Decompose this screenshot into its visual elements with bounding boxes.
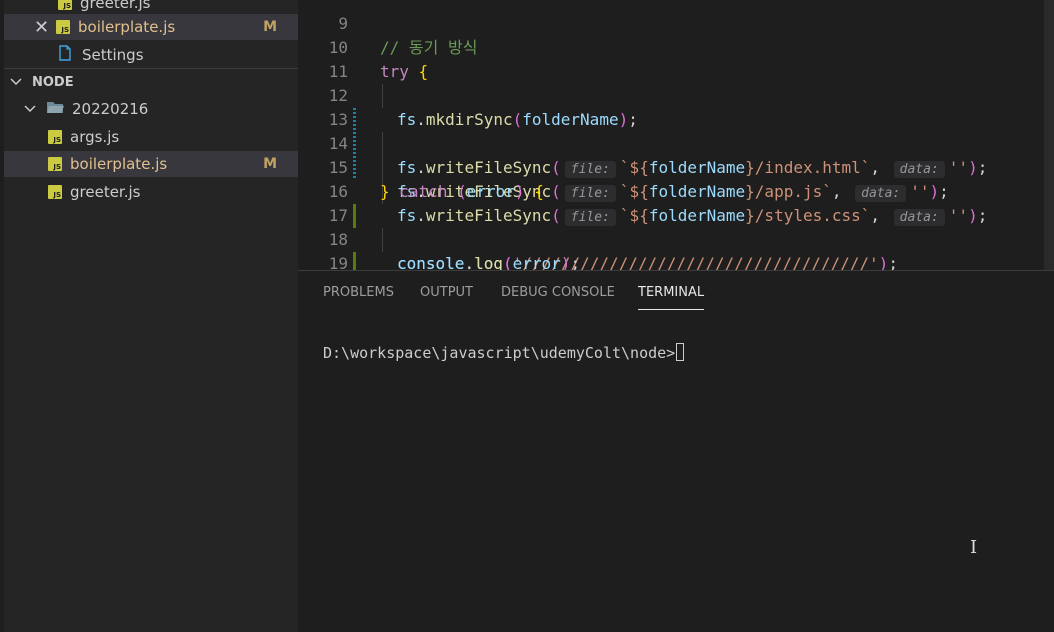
file-row-greeter[interactable]: JS greeter.js <box>4 179 298 205</box>
tab-terminal[interactable]: TERMINAL <box>638 285 705 310</box>
file-label: boilerplate.js <box>70 155 168 173</box>
js-file-icon: JS <box>58 0 72 10</box>
file-row-boilerplate[interactable]: JS boilerplate.js M <box>4 151 298 177</box>
open-editor-label: Settings <box>82 46 144 64</box>
code-line: 11 fs.mkdirSync(folderName); <box>298 36 1054 129</box>
explorer-section-header[interactable]: NODE <box>4 69 298 95</box>
tab-debug-console[interactable]: DEBUG CONSOLE <box>501 285 615 300</box>
js-file-icon: JS <box>48 130 62 144</box>
settings-file-icon <box>58 45 74 65</box>
open-editor-settings[interactable]: Settings <box>4 42 298 68</box>
code-line: 15 } catch (error) { <box>298 132 1054 201</box>
open-editor-label: greeter.js <box>80 0 151 12</box>
terminal-cursor <box>676 343 685 361</box>
open-editor-boilerplate[interactable]: ✕ JS boilerplate.js M <box>4 14 298 40</box>
section-title: NODE <box>32 74 74 90</box>
folder-row[interactable]: 20220216 <box>4 96 298 122</box>
close-icon[interactable]: ✕ <box>34 17 49 38</box>
code-line: 20 <box>298 252 1054 270</box>
terminal-prompt: D:\workspace\javascript\udemyColt\node> <box>323 344 676 362</box>
folder-open-icon <box>46 100 64 118</box>
js-file-icon: JS <box>48 185 62 199</box>
bottom-panel: PROBLEMS OUTPUT DEBUG CONSOLE TERMINAL D… <box>298 270 1054 632</box>
code-line: 9 // 동기 방식 <box>298 0 1054 57</box>
code-line: 18 console.log('////////////////////////… <box>298 204 1054 270</box>
code-line: 14 fs.writeFileSync(file: `${folderName}/… <box>298 108 1054 226</box>
file-label: greeter.js <box>70 183 141 201</box>
js-file-icon: JS <box>48 157 62 171</box>
code-line: 19 } <box>298 228 1054 270</box>
chevron-down-icon <box>24 100 40 118</box>
code-line: 13 fs.writeFileSync(file: `${folderName}/… <box>298 84 1054 202</box>
tab-output[interactable]: OUTPUT <box>420 285 473 300</box>
code-line: 16 console.log('////////////////////////… <box>298 156 1054 270</box>
code-line: 10 try { <box>298 12 1054 81</box>
text-cursor-icon: I <box>970 537 978 558</box>
chevron-down-icon <box>10 73 26 91</box>
terminal-output[interactable]: D:\workspace\javascript\udemyColt\node> <box>323 343 685 362</box>
file-label: args.js <box>70 128 120 146</box>
js-file-icon: JS <box>56 20 70 34</box>
code-editor[interactable]: 9 // 동기 방식 10 try { 11 fs.mkdirSync(fold… <box>298 0 1054 270</box>
modified-badge: M <box>263 19 277 35</box>
code-line: 17 console.log(error); <box>298 180 1054 270</box>
modified-badge: M <box>263 156 277 172</box>
folder-label: 20220216 <box>72 100 149 118</box>
explorer-sidebar: JS greeter.js ✕ JS boilerplate.js M Sett… <box>0 0 298 632</box>
file-row-args[interactable]: JS args.js <box>4 124 298 150</box>
open-editor-label: boilerplate.js <box>78 18 176 36</box>
code-line: 12 fs.writeFileSync(file: `${folderName}/… <box>298 60 1054 178</box>
editor-scrollbar[interactable] <box>1044 0 1054 270</box>
tab-problems[interactable]: PROBLEMS <box>323 285 394 300</box>
